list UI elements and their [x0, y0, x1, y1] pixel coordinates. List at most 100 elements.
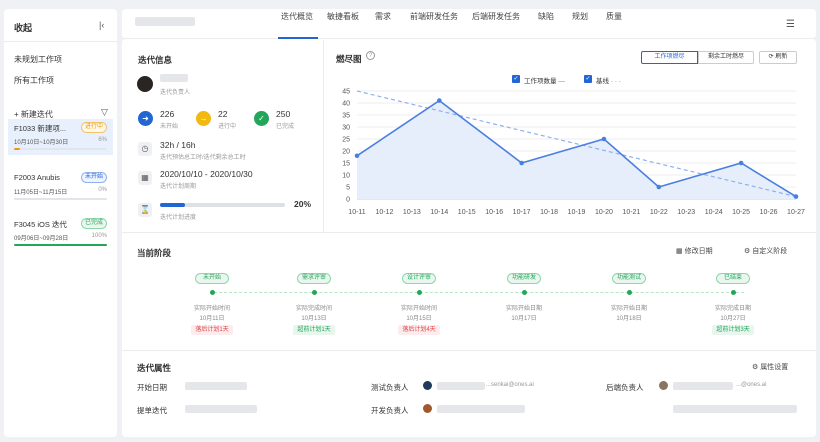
x-tick-label: 10-21 — [622, 209, 640, 216]
iteration-progress-fill — [14, 148, 20, 150]
iteration-progress-track — [14, 244, 107, 246]
tab-requirements[interactable]: 需求 — [375, 11, 391, 22]
sidebar-collapse-label[interactable]: 收起 — [14, 21, 32, 34]
y-tick-label: 5 — [346, 185, 350, 192]
tab-frontend-tasks[interactable]: 前端研发任务 — [410, 11, 458, 22]
tab-quality[interactable]: 质量 — [606, 11, 622, 22]
avatar[interactable] — [423, 404, 432, 413]
start-date-redacted — [185, 382, 247, 390]
avatar[interactable] — [423, 381, 432, 390]
help-icon[interactable]: ? — [366, 51, 375, 60]
clock-icon: ◷ — [138, 142, 152, 156]
iteration-title-redacted — [135, 17, 195, 26]
x-tick-label: 10-27 — [787, 209, 805, 216]
tab-overview[interactable]: 迭代概览 — [281, 11, 313, 22]
refresh-icon: ⟳ — [768, 54, 774, 60]
iteration-item-f3045[interactable]: F3045 iOS 迭代 已完成 09月06日~09月28日 100% — [8, 215, 113, 251]
calendar-icon: ▦ — [138, 171, 152, 185]
y-tick-label: 15 — [342, 161, 350, 168]
sidebar-divider — [4, 41, 117, 42]
avatar[interactable] — [659, 381, 668, 390]
in-progress-label: 进行中 — [218, 124, 237, 130]
section-divider — [122, 232, 816, 233]
stage-node[interactable]: 功能研发 — [507, 273, 541, 284]
test-owner-label: 测试负责人 — [371, 383, 409, 392]
iteration-percent: 0% — [98, 187, 107, 193]
backend-owner-email: ...@ones.ai — [736, 382, 767, 388]
stage-date-kind: 实际开始日期 — [505, 306, 542, 312]
attributes-title: 迭代属性 — [137, 363, 172, 373]
stage-date-kind: 实际开始时间 — [193, 306, 230, 312]
done-label: 已完成 — [276, 124, 295, 130]
x-tick-label: 10-25 — [732, 209, 750, 216]
dev-owner-label: 开发负责人 — [371, 406, 409, 415]
hours-label: 迭代预估总工时/迭代剩余总工时 — [160, 155, 246, 161]
iteration-item-f2003[interactable]: F2003 Anubis 未开始 11月05日~11月15日 0% — [8, 169, 113, 205]
x-tick-label: 10-14 — [430, 209, 448, 216]
tab-planning[interactable]: 规划 — [572, 11, 588, 22]
owner-name-redacted — [160, 74, 188, 82]
in-progress-icon: → — [196, 111, 211, 126]
iteration-dates: 11月05日~11月15日 — [14, 190, 68, 196]
stage-node[interactable]: 设计评审 — [402, 273, 436, 284]
x-tick-label: 10-17 — [513, 209, 531, 216]
tab-agile-board[interactable]: 敏捷看板 — [327, 11, 359, 22]
stage-node[interactable]: 功能测试 — [612, 273, 646, 284]
owner-label: 迭代负责人 — [160, 90, 191, 96]
edit-date-button[interactable]: ▦ 修改日期 — [676, 246, 713, 256]
stage-dot — [417, 290, 422, 295]
backend-owner-extra-redacted — [673, 405, 797, 413]
iteration-sidebar: 收起 |‹ 未规划工作项 所有工作项 + 新建迭代 ▽ F1033 新建项...… — [4, 9, 117, 437]
iteration-item-f1033[interactable]: F1033 新建项... 进行中 10月10日~10月30日 6% — [8, 119, 113, 155]
toggle-hours-burndown[interactable]: 剩余工时燃尽 — [698, 51, 754, 64]
test-owner-name-redacted — [437, 382, 485, 390]
stage-date-kind: 实际开始时间 — [400, 306, 437, 312]
stage-node[interactable]: 已结束 — [716, 273, 750, 284]
filter-icon[interactable]: ▽ — [101, 107, 108, 118]
data-point — [601, 136, 607, 142]
y-tick-label: 40 — [342, 101, 350, 108]
legend-actual: 工作项数量 — — [524, 78, 565, 85]
not-started-label: 未开始 — [160, 124, 179, 130]
stage-date: 10月13日 — [301, 316, 327, 322]
in-progress-count: 22 — [218, 109, 228, 119]
stage-node[interactable]: 未开始 — [195, 273, 229, 284]
sidebar-item-all-items[interactable]: 所有工作项 — [14, 75, 54, 86]
app-root: 收起 |‹ 未规划工作项 所有工作项 + 新建迭代 ▽ F1033 新建项...… — [0, 0, 820, 442]
data-point — [437, 98, 442, 103]
stage-dot — [627, 290, 632, 295]
gear-icon: ⚙ — [744, 248, 751, 255]
x-tick-label: 10-16 — [485, 209, 503, 216]
stage-node[interactable]: 需求评审 — [297, 273, 331, 284]
stage-dot — [731, 290, 736, 295]
period-label: 迭代计划周期 — [160, 184, 197, 190]
collapse-icon[interactable]: |‹ — [99, 20, 104, 30]
data-point — [656, 184, 662, 190]
menu-icon[interactable]: ☰ — [786, 19, 795, 30]
stage-timeline — [214, 292, 744, 293]
legend-checkbox-actual[interactable]: ✓ — [512, 75, 520, 83]
custom-stage-button[interactable]: ⚙ 自定义阶段 — [744, 246, 787, 256]
stage-date-kind: 实际完成日期 — [714, 306, 751, 312]
toggle-work-item-burndown[interactable]: 工作项燃尽 — [641, 51, 698, 64]
backend-owner-label: 后端负责人 — [606, 383, 644, 392]
y-tick-label: 0 — [346, 197, 350, 204]
plus-icon: + — [14, 110, 19, 119]
plan-progress-percent: 20% — [294, 199, 312, 209]
y-tick-label: 35 — [342, 113, 350, 120]
stage-date: 10月18日 — [616, 316, 642, 322]
plan-progress-label: 迭代计划进度 — [160, 215, 197, 221]
refresh-button[interactable]: ⟳ 刷新 — [759, 51, 797, 64]
x-tick-label: 10-26 — [760, 209, 778, 216]
data-point — [519, 160, 524, 166]
legend-checkbox-baseline[interactable]: ✓ — [584, 75, 592, 83]
avatar[interactable] — [137, 76, 153, 92]
y-tick-label: 25 — [342, 137, 350, 144]
period-value: 2020/10/10 - 2020/10/30 — [160, 169, 253, 179]
y-tick-label: 30 — [342, 125, 350, 132]
sidebar-item-unplanned[interactable]: 未规划工作项 — [14, 54, 62, 65]
tab-backend-tasks[interactable]: 后端研发任务 — [472, 11, 520, 22]
data-point — [738, 160, 744, 166]
attribute-settings-button[interactable]: ⚙ 属性设置 — [752, 362, 788, 372]
tab-defects[interactable]: 缺陷 — [538, 11, 554, 22]
